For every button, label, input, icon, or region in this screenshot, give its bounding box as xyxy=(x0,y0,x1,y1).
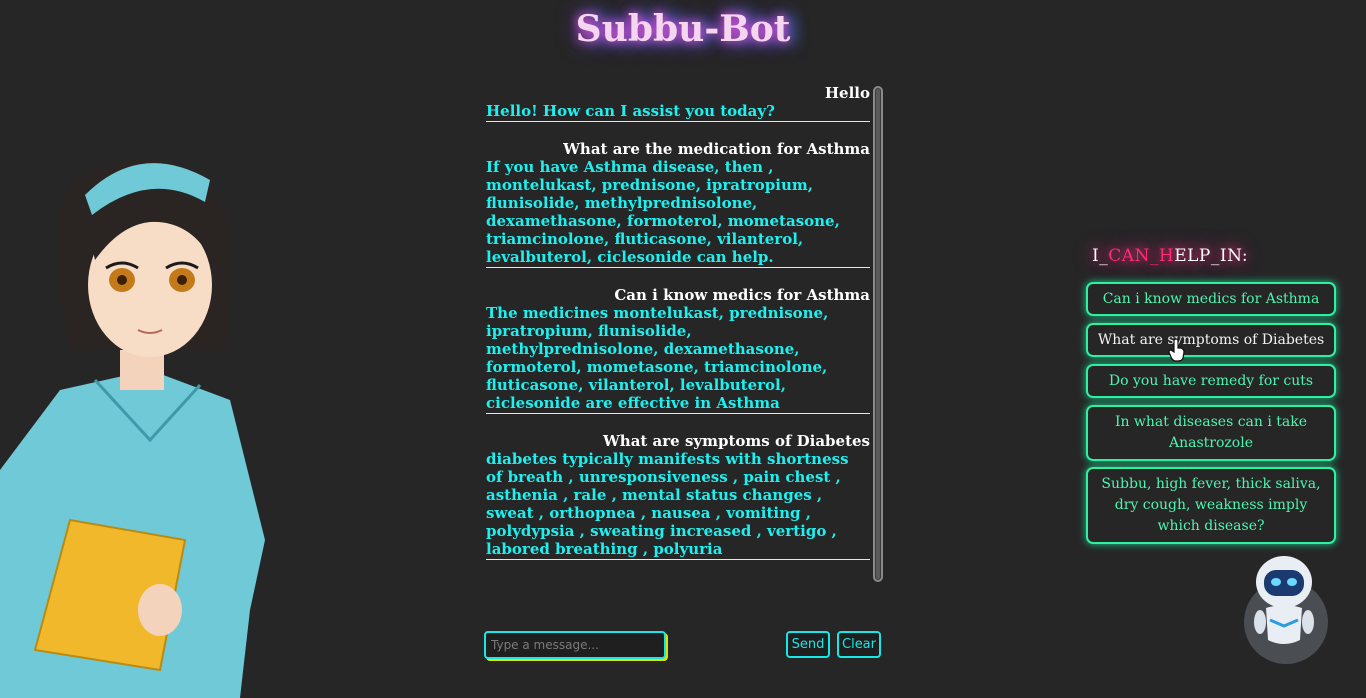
bot-message-text: The medicines montelukast, prednisone, i… xyxy=(486,304,829,412)
bot-message: Hello! How can I assist you today? xyxy=(486,102,870,122)
robot-avatar-icon[interactable] xyxy=(1240,548,1332,668)
bot-message-text: Hello! How can I assist you today? xyxy=(486,102,775,120)
suggestion-chip[interactable]: Do you have remedy for cuts xyxy=(1086,364,1336,398)
help-title: I_CAN_HELP_IN: xyxy=(1092,246,1248,266)
help-title-part: ELP_IN: xyxy=(1174,246,1249,266)
user-message: What are symptoms of Diabetes xyxy=(602,432,870,450)
bot-message-text: If you have Asthma disease, then , monte… xyxy=(486,158,840,266)
help-title-part: H xyxy=(1158,246,1175,266)
suggestion-chip[interactable]: What are symptoms of Diabetes xyxy=(1086,323,1336,357)
chat-exchange: What are the medication for Asthma If yo… xyxy=(486,140,870,268)
clear-button[interactable]: Clear xyxy=(837,631,881,658)
bot-message: If you have Asthma disease, then , monte… xyxy=(486,158,870,268)
user-message: Hello xyxy=(824,84,870,102)
bot-message: The medicines montelukast, prednisone, i… xyxy=(486,304,870,414)
bot-message-text: diabetes typically manifests with shortn… xyxy=(486,450,849,558)
help-title-part: I_ xyxy=(1092,246,1109,266)
nurse-illustration xyxy=(0,160,265,698)
user-message: What are the medication for Asthma xyxy=(563,140,870,158)
hand-cursor-icon xyxy=(1168,338,1185,362)
chat-scrollbar[interactable] xyxy=(873,86,883,582)
app-title: Subbu-Bot xyxy=(575,8,791,50)
scrollbar-thumb[interactable] xyxy=(876,89,880,579)
send-button[interactable]: Send xyxy=(786,631,830,658)
help-title-part: CAN_ xyxy=(1108,246,1159,266)
suggestion-chip[interactable]: Can i know medics for Asthma xyxy=(1086,282,1336,316)
suggestion-chip[interactable]: Subbu, high fever, thick saliva, dry cou… xyxy=(1086,467,1336,544)
chat-exchange: What are symptoms of Diabetes diabetes t… xyxy=(486,432,870,560)
bot-message: diabetes typically manifests with shortn… xyxy=(486,450,870,560)
user-message: Can i know medics for Asthma xyxy=(614,286,870,304)
chat-exchange: Can i know medics for Asthma The medicin… xyxy=(486,286,870,414)
chat-history[interactable]: Hello Hello! How can I assist you today?… xyxy=(486,84,870,580)
chat-exchange: Hello Hello! How can I assist you today? xyxy=(486,84,870,122)
suggestion-chip[interactable]: In what diseases can i take Anastrozole xyxy=(1086,405,1336,461)
message-input[interactable] xyxy=(484,631,666,659)
